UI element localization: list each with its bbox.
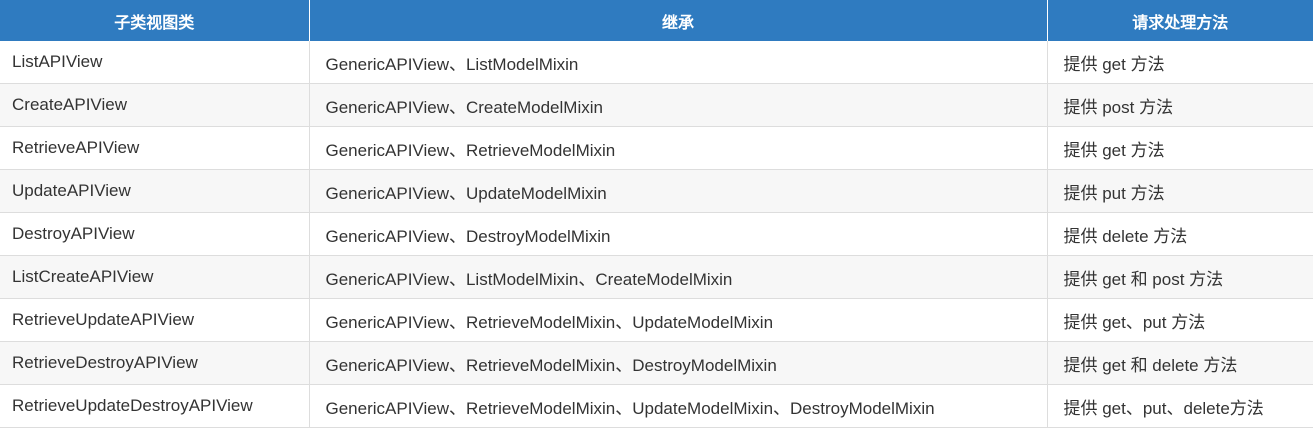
cell-view-class: RetrieveUpdateDestroyAPIView: [0, 384, 310, 428]
cell-view-class: RetrieveAPIView: [0, 126, 310, 170]
table-row: RetrieveAPIView GenericAPIView、RetrieveM…: [0, 126, 1313, 170]
cell-methods: 提供 put 方法: [1047, 169, 1313, 213]
table-row: ListAPIView GenericAPIView、ListModelMixi…: [0, 41, 1313, 84]
table-row: CreateAPIView GenericAPIView、CreateModel…: [0, 83, 1313, 127]
cell-inheritance: GenericAPIView、ListModelMixin: [309, 41, 1048, 84]
cell-methods: 提供 get、put 方法: [1047, 298, 1313, 342]
cell-view-class: ListCreateAPIView: [0, 255, 310, 299]
table-header: 子类视图类 继承 请求处理方法: [0, 0, 1313, 41]
cell-methods: 提供 delete 方法: [1047, 212, 1313, 256]
table-row: RetrieveDestroyAPIView GenericAPIView、Re…: [0, 341, 1313, 385]
cell-methods: 提供 get、put、delete方法: [1047, 384, 1313, 428]
cell-inheritance: GenericAPIView、RetrieveModelMixin、Update…: [309, 384, 1048, 428]
table-row: ListCreateAPIView GenericAPIView、ListMod…: [0, 255, 1313, 299]
cell-inheritance: GenericAPIView、RetrieveModelMixin、Destro…: [309, 341, 1048, 385]
cell-methods: 提供 post 方法: [1047, 83, 1313, 127]
cell-inheritance: GenericAPIView、DestroyModelMixin: [309, 212, 1048, 256]
header-row: 子类视图类 继承 请求处理方法: [0, 0, 1313, 41]
table-row: RetrieveUpdateDestroyAPIView GenericAPIV…: [0, 384, 1313, 428]
generic-view-table: 子类视图类 继承 请求处理方法 ListAPIView GenericAPIVi…: [0, 0, 1313, 428]
table-row: UpdateAPIView GenericAPIView、UpdateModel…: [0, 169, 1313, 213]
header-view-class: 子类视图类: [0, 0, 310, 41]
cell-methods: 提供 get 方法: [1047, 41, 1313, 84]
cell-methods: 提供 get 方法: [1047, 126, 1313, 170]
cell-view-class: ListAPIView: [0, 41, 310, 84]
cell-methods: 提供 get 和 post 方法: [1047, 255, 1313, 299]
table-row: RetrieveUpdateAPIView GenericAPIView、Ret…: [0, 298, 1313, 342]
cell-inheritance: GenericAPIView、ListModelMixin、CreateMode…: [309, 255, 1048, 299]
table-body: ListAPIView GenericAPIView、ListModelMixi…: [0, 41, 1313, 428]
header-request-methods: 请求处理方法: [1047, 0, 1313, 41]
cell-inheritance: GenericAPIView、RetrieveModelMixin: [309, 126, 1048, 170]
cell-view-class: UpdateAPIView: [0, 169, 310, 213]
cell-view-class: RetrieveDestroyAPIView: [0, 341, 310, 385]
cell-inheritance: GenericAPIView、CreateModelMixin: [309, 83, 1048, 127]
header-inheritance: 继承: [309, 0, 1048, 41]
cell-view-class: CreateAPIView: [0, 83, 310, 127]
cell-view-class: RetrieveUpdateAPIView: [0, 298, 310, 342]
cell-inheritance: GenericAPIView、RetrieveModelMixin、Update…: [309, 298, 1048, 342]
cell-view-class: DestroyAPIView: [0, 212, 310, 256]
table-row: DestroyAPIView GenericAPIView、DestroyMod…: [0, 212, 1313, 256]
cell-methods: 提供 get 和 delete 方法: [1047, 341, 1313, 385]
cell-inheritance: GenericAPIView、UpdateModelMixin: [309, 169, 1048, 213]
